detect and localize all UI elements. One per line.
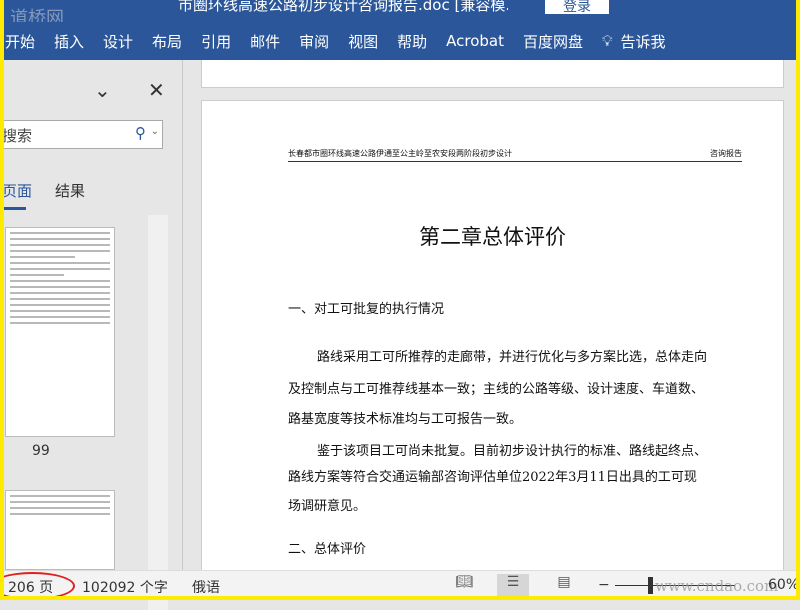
tab-layout[interactable]: 布局 xyxy=(152,31,182,52)
chapter-heading: 第二章总体评价 xyxy=(419,225,566,249)
tab-review[interactable]: 审阅 xyxy=(299,31,329,52)
document-area: 长春都市圈环线高速公路伊通至公主岭至农安段两阶段初步设计 咨询报告 第二章总体评… xyxy=(184,60,800,580)
ribbon-tabs: 开始 插入 设计 布局 引用 邮件 审阅 视图 帮助 Acrobat 百度网盘 … xyxy=(0,22,800,60)
read-mode-icon[interactable]: 📖︎ xyxy=(448,574,480,598)
tab-view[interactable]: 视图 xyxy=(348,31,378,52)
scrollbar[interactable] xyxy=(148,215,168,610)
tab-baidu[interactable]: 百度网盘 xyxy=(523,31,583,52)
chevron-down-icon[interactable]: ⌄ xyxy=(94,78,111,102)
page-count[interactable]: 206 页 xyxy=(8,577,53,597)
zoom-slider-handle[interactable] xyxy=(648,577,653,594)
search-input[interactable]: 搜索 ⚲ ⌄ xyxy=(0,120,163,149)
search-icon[interactable]: ⚲ xyxy=(135,124,146,142)
paragraph-line: 路线采用工可所推荐的走廊带，并进行优化与多方案比选，总体走向 xyxy=(317,350,708,365)
zoom-out-button[interactable]: − xyxy=(598,577,610,593)
running-header: 长春都市圈环线高速公路伊通至公主岭至农安段两阶段初步设计 咨询报告 xyxy=(288,148,742,162)
tab-references[interactable]: 引用 xyxy=(201,31,231,52)
document-title: 市圈环线高速公路初步设计咨询报告.doc [兼容模... xyxy=(178,0,508,14)
tell-me-button[interactable]: 告诉我 xyxy=(621,31,666,52)
status-bar: 206 页 102092 个字 俄语 📖︎ ☰ ▤ − www.cndao.co… xyxy=(0,570,800,600)
tab-mailings[interactable]: 邮件 xyxy=(250,31,280,52)
paragraph-line: 场调研意见。 xyxy=(288,499,367,514)
zoom-level[interactable]: 60% xyxy=(768,577,799,593)
page-thumbnail[interactable] xyxy=(5,490,115,570)
lightbulb-icon: 💡︎ xyxy=(602,32,613,50)
section-heading: 二、总体评价 xyxy=(288,542,367,557)
tab-home[interactable]: 开始 xyxy=(5,31,35,52)
tab-insert[interactable]: 插入 xyxy=(54,31,84,52)
tab-pages[interactable]: 页面 xyxy=(2,180,32,210)
previous-page xyxy=(201,60,784,88)
navigation-pane: ⌄ ✕ 搜索 ⚲ ⌄ 页面 结果 99 xyxy=(0,60,183,610)
header-right: 咨询报告 xyxy=(710,149,742,158)
tab-help[interactable]: 帮助 xyxy=(397,31,427,52)
tab-design[interactable]: 设计 xyxy=(103,31,133,52)
page-thumbnail[interactable] xyxy=(5,227,115,437)
header-left: 长春都市圈环线高速公路伊通至公主岭至农安段两阶段初步设计 xyxy=(288,149,512,158)
print-layout-icon[interactable]: ☰ xyxy=(497,574,529,598)
tab-results[interactable]: 结果 xyxy=(55,180,85,201)
page-number: 99 xyxy=(32,443,50,459)
web-layout-icon[interactable]: ▤ xyxy=(548,574,580,598)
title-bar: 道桥网 市圈环线高速公路初步设计咨询报告.doc [兼容模... 登录 xyxy=(0,0,800,29)
login-button[interactable]: 登录 xyxy=(545,0,609,15)
search-placeholder: 搜索 xyxy=(2,127,33,145)
paragraph-line: 鉴于该项目工可尚未批复。目前初步设计执行的标准、路线起终点、 xyxy=(317,444,708,459)
language[interactable]: 俄语 xyxy=(192,577,220,597)
paragraph-line: 路基宽度等技术标准均与工可报告一致。 xyxy=(288,412,523,427)
paragraph-line: 路线方案等符合交通运输部咨询评估单位2022年3月11日出具的工可现 xyxy=(288,470,697,485)
section-heading: 一、对工可批复的执行情况 xyxy=(288,302,445,317)
watermark-text: www.cndao.com xyxy=(655,577,779,595)
dropdown-icon[interactable]: ⌄ xyxy=(151,126,159,137)
tab-acrobat[interactable]: Acrobat xyxy=(446,32,504,50)
paragraph-line: 及控制点与工可推荐线基本一致；主线的公路等级、设计速度、车道数、 xyxy=(288,382,705,397)
word-count[interactable]: 102092 个字 xyxy=(82,577,168,597)
document-page[interactable]: 长春都市圈环线高速公路伊通至公主岭至农安段两阶段初步设计 咨询报告 第二章总体评… xyxy=(201,100,784,580)
close-icon[interactable]: ✕ xyxy=(148,78,165,102)
